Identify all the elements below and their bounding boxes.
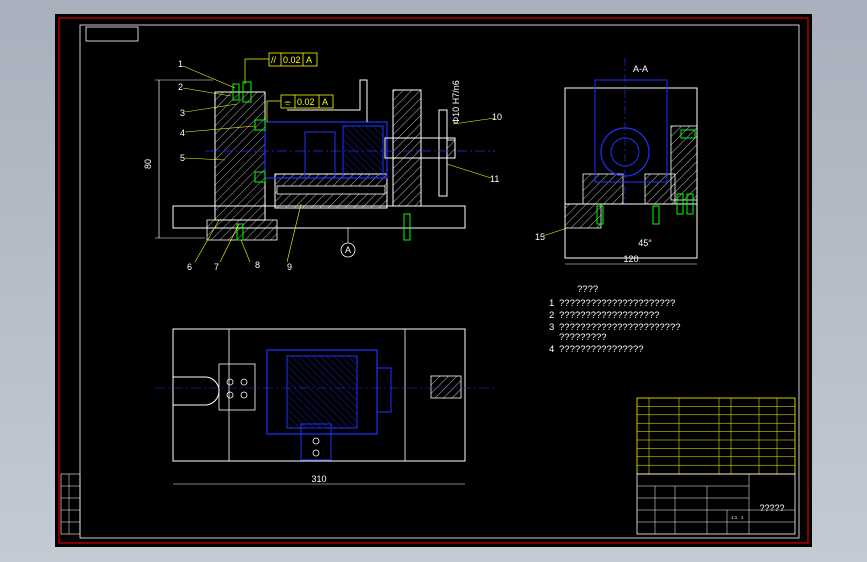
note-2-num: 2 [549,310,554,321]
scale-cell-2: 1 [741,515,744,520]
datum-label: A [345,245,351,255]
part-number-5: 5 [180,153,185,163]
note-1-text: ?????????????????????? [559,298,675,309]
svg-text:A: A [322,97,328,107]
note-1-num: 1 [549,298,554,309]
part-number-2: 2 [178,82,183,92]
bore-dimension: Φ10 H7/n6 [451,80,461,124]
svg-text:0.02: 0.02 [283,55,301,65]
top-view: 310 [155,328,495,485]
part-number-1: 1 [178,59,183,69]
corner-code-box [85,26,139,42]
section-width-dim: 120 [623,254,638,264]
part-number-11: 11 [490,174,499,184]
section-angle-dim: 45° [638,238,652,248]
tolerance-frame-2: ⌯ 0.02 A [266,94,334,122]
front-view: 80 // 0.02 A ⌯ 0.02 A Φ10 H7/n6 A 1 2 3 … [143,52,502,272]
cad-drawing: 80 // 0.02 A ⌯ 0.02 A Φ10 H7/n6 A 1 2 3 … [58,17,809,544]
scale-cell-1: 1:1 [731,515,738,520]
svg-text://: // [271,55,277,65]
note-4-text: ???????????????? [559,344,644,355]
section-view: A-A 120 45° 15 [535,58,698,265]
svg-text:⌯: ⌯ [284,97,292,107]
drawing-sheet: 80 // 0.02 A ⌯ 0.02 A Φ10 H7/n6 A 1 2 3 … [55,14,812,547]
svg-text:A: A [306,55,312,65]
revision-strip [60,473,81,535]
drawing-name: ????? [759,503,784,513]
top-width-dim: 310 [311,474,326,484]
note-4-num: 4 [549,344,554,355]
notes-heading: ???? [577,284,598,295]
section-title: A-A [633,64,648,74]
part-number-6: 6 [187,262,192,272]
part-number-4: 4 [180,128,185,138]
part-number-10: 10 [492,112,502,122]
part-number-9: 9 [287,262,292,272]
svg-text:0.02: 0.02 [297,97,315,107]
part-number-15: 15 [535,232,545,242]
parts-list [636,397,796,475]
part-number-7: 7 [214,262,219,272]
right-support [392,89,422,207]
title-block: ????? 1:1 1 [636,473,796,535]
note-3-num: 3 [549,322,554,333]
drawing-frame [58,17,809,544]
height-dimension: 80 [143,159,153,169]
note-2-text: ??????????????????? [559,310,659,321]
technical-notes: ???? 1 ?????????????????????? 2 ????????… [549,284,681,355]
part-number-3: 3 [180,108,185,118]
tolerance-frame-1: // 0.02 A [244,52,318,84]
fixed-jaw [214,91,266,221]
note-3-cont: ????????? [559,332,607,343]
section-bore [600,127,650,177]
part-number-8: 8 [255,260,260,270]
